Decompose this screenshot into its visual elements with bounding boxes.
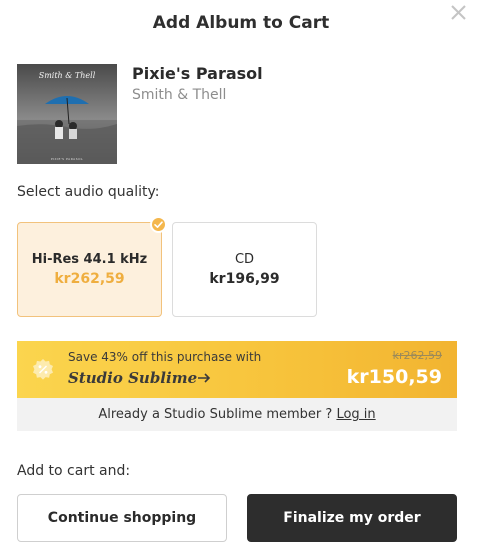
quality-option-hires[interactable]: Hi-Res 44.1 kHz kr262,59 bbox=[17, 216, 167, 317]
login-link[interactable]: Log in bbox=[336, 407, 375, 422]
promo-brand: Studio Sublime bbox=[68, 369, 211, 387]
member-text: Already a Studio Sublime member ? bbox=[98, 407, 337, 422]
promo-new-price: kr150,59 bbox=[346, 366, 442, 388]
continue-shopping-button[interactable]: Continue shopping bbox=[17, 494, 227, 542]
quality-option-name: CD bbox=[234, 252, 255, 267]
quality-label: Select audio quality: bbox=[17, 184, 160, 200]
finalize-order-button[interactable]: Finalize my order bbox=[247, 494, 457, 542]
promo-text: Save 43% off this purchase with bbox=[68, 350, 262, 364]
close-icon bbox=[451, 5, 466, 20]
discount-badge-icon bbox=[33, 359, 53, 380]
quality-option-cd[interactable]: CD kr196,99 bbox=[172, 222, 317, 317]
quality-option-price: kr262,59 bbox=[54, 271, 125, 287]
member-login-row: Already a Studio Sublime member ? Log in bbox=[17, 398, 457, 431]
modal-title: Add Album to Cart bbox=[152, 13, 330, 33]
promo-old-price: kr262,59 bbox=[392, 349, 442, 362]
quality-option-name: Hi-Res 44.1 kHz bbox=[31, 252, 148, 267]
album-cover: Smith & Thell PIXIE'S PARASOL bbox=[17, 64, 117, 164]
promo-brand-name: Studio Sublime bbox=[68, 369, 198, 387]
quality-option-price: kr196,99 bbox=[209, 271, 280, 287]
close-button[interactable] bbox=[446, 2, 470, 24]
check-icon bbox=[150, 216, 167, 233]
album-artist: Smith & Thell bbox=[132, 87, 227, 103]
album-cover-title: Smith & Thell bbox=[38, 71, 96, 80]
album-cover-caption: PIXIE'S PARASOL bbox=[50, 157, 84, 161]
add-to-cart-label: Add to cart and: bbox=[17, 463, 131, 479]
album-name: Pixie's Parasol bbox=[132, 64, 263, 83]
arrow-right-icon bbox=[198, 373, 211, 383]
promo-banner[interactable]: Save 43% off this purchase with Studio S… bbox=[17, 341, 457, 398]
